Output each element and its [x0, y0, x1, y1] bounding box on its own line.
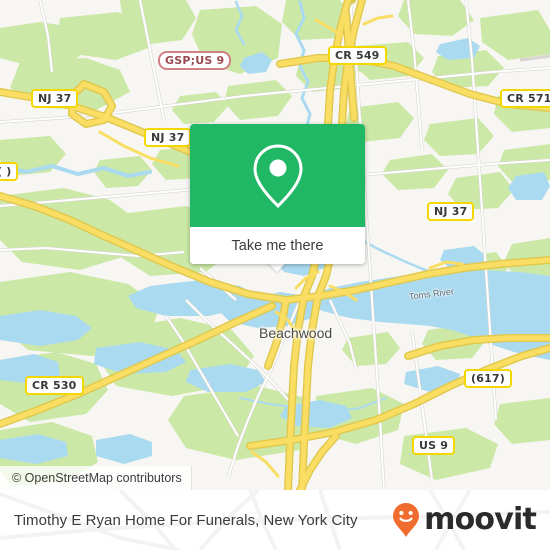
map-pin-icon [252, 143, 303, 208]
road-shield-gsp-us9[interactable]: GSP;US 9 [158, 51, 232, 70]
road-shield-cr571[interactable]: CR 571 [500, 89, 550, 108]
page-title: Timothy E Ryan Home For Funerals, New Yo… [14, 511, 358, 529]
map-screenshot: GSP;US 9 CR 549 CR 571 NJ 37 NJ 37 NJ 37… [0, 0, 550, 550]
road-shield-cr530[interactable]: CR 530 [25, 376, 84, 395]
moovit-smiley-pin-icon [393, 503, 420, 537]
moovit-wordmark: moovit [424, 502, 537, 537]
place-label-beachwood: Beachwood [259, 325, 333, 341]
take-me-there-button[interactable]: Take me there [190, 227, 365, 264]
moovit-logo[interactable]: moovit [391, 502, 537, 538]
location-popup[interactable]: Take me there [190, 124, 365, 264]
osm-attribution[interactable]: © OpenStreetMap contributors [0, 466, 192, 490]
road-shield-nj37-east[interactable]: NJ 37 [427, 202, 475, 221]
take-me-there-label: Take me there [231, 237, 324, 254]
road-shield-cr549[interactable]: CR 549 [328, 46, 387, 65]
road-shield-617[interactable]: (617) [464, 369, 513, 388]
road-shield-nj37-west[interactable]: NJ 37 [31, 89, 79, 108]
road-shield-clipped-left[interactable]: ( ) [0, 162, 19, 181]
footer-bar: Timothy E Ryan Home For Funerals, New Yo… [0, 490, 550, 550]
road-shield-nj37-center[interactable]: NJ 37 [144, 128, 192, 147]
road-shield-us9[interactable]: US 9 [412, 436, 456, 455]
popup-icon-panel [190, 124, 365, 227]
